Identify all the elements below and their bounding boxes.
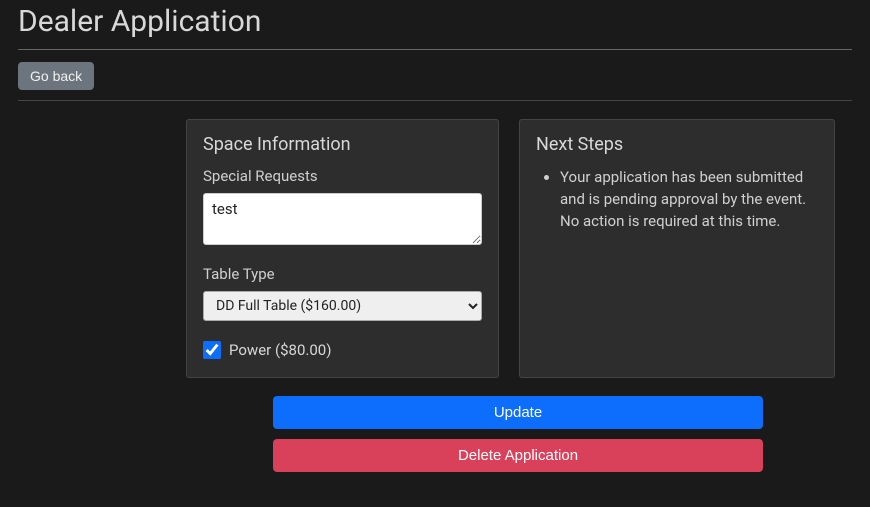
delete-application-button[interactable]: Delete Application [273,439,763,472]
next-steps-item: Your application has been submitted and … [560,167,818,232]
next-steps-panel: Next Steps Your application has been sub… [519,119,835,378]
table-type-label: Table Type [203,265,482,283]
power-label: Power ($80.00) [229,341,331,359]
go-back-button[interactable]: Go back [18,62,94,90]
space-info-heading: Space Information [203,134,482,155]
special-requests-label: Special Requests [203,167,482,185]
power-checkbox[interactable] [203,341,221,359]
next-steps-heading: Next Steps [536,134,818,155]
space-information-panel: Space Information Special Requests Table… [186,119,499,378]
divider [18,100,852,101]
page-title: Dealer Application [18,0,852,50]
update-button[interactable]: Update [273,396,763,429]
special-requests-textarea[interactable] [203,193,482,245]
table-type-select[interactable]: DD Full Table ($160.00) [203,291,482,321]
